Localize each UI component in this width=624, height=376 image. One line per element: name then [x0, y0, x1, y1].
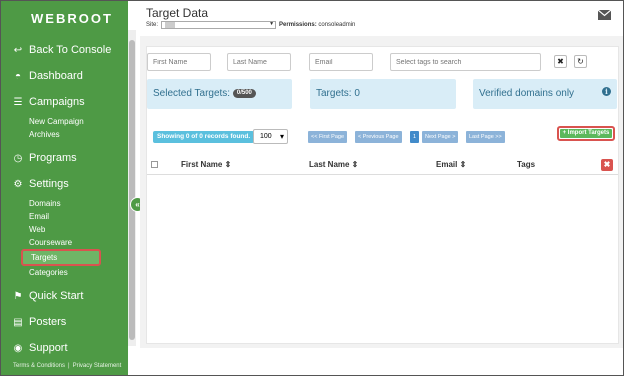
nav-posters[interactable]: ▤ Posters [1, 309, 128, 335]
targets-count-box: Targets: 0 [310, 79, 456, 109]
permissions-label: Permissions: [279, 22, 317, 28]
page-title: Target Data [146, 6, 209, 20]
delete-selected-button[interactable]: ✖ [601, 159, 613, 171]
nav-label: Campaigns [29, 96, 85, 108]
previous-page-button[interactable]: < Previous Page [355, 131, 402, 143]
tags-search-input[interactable] [390, 53, 541, 71]
nav-programs[interactable]: ◷ Programs [1, 145, 128, 171]
webroot-logo: WEBROOT [31, 11, 113, 26]
import-targets-highlight: + Import Targets [557, 126, 615, 141]
nav-label: Posters [29, 316, 67, 328]
first-page-button[interactable]: << First Page [308, 131, 348, 143]
nav-categories[interactable]: Categories [1, 266, 128, 279]
nav-label: Settings [29, 178, 69, 190]
last-page-button[interactable]: Last Page >> [466, 131, 505, 143]
clear-filters-button[interactable]: ✖ [554, 55, 567, 68]
page-number-1[interactable]: 1 [410, 131, 420, 143]
nav-email[interactable]: Email [1, 210, 128, 223]
verified-domains-toggle[interactable]: Verified domains only i [473, 79, 617, 109]
first-name-filter[interactable] [147, 53, 211, 71]
nav-label: Back To Console [29, 44, 112, 56]
nav-new-campaign[interactable]: New Campaign [1, 115, 128, 128]
col-email[interactable]: Email ⇕ [436, 160, 466, 169]
content-panel: ✖ ↻ Selected Targets: 0/500 Targets: 0 V… [140, 36, 623, 348]
col-first-name[interactable]: First Name ⇕ [181, 160, 231, 169]
nav-web[interactable]: Web [1, 223, 128, 236]
permissions-value: consoleadmin [318, 22, 356, 28]
gear-icon: ⚙ [13, 178, 23, 190]
flag-icon: ⚑ [13, 290, 23, 302]
clock-icon: ◷ [13, 152, 23, 164]
support-icon: ◉ [13, 342, 23, 354]
site-value-redacted [165, 22, 176, 28]
email-filter[interactable] [309, 53, 373, 71]
sidebar-nav: ↩ Back To Console ◓ Dashboard ☰ Campaign… [1, 37, 128, 361]
info-icon[interactable]: i [602, 87, 611, 96]
selected-count-badge: 0/500 [232, 88, 256, 98]
col-last-name[interactable]: Last Name ⇕ [309, 160, 358, 169]
sidebar-scrollbar[interactable] [128, 30, 136, 346]
privacy-link[interactable]: Privacy Statement [73, 363, 122, 369]
mail-icon[interactable] [598, 10, 611, 20]
select-all-checkbox[interactable] [151, 161, 158, 168]
site-row: Site: Permissions: consoleadmin [146, 21, 355, 29]
nav-archives[interactable]: Archives [1, 128, 128, 141]
targets-panel: ✖ ↻ Selected Targets: 0/500 Targets: 0 V… [146, 46, 619, 344]
site-label: Site: [146, 22, 159, 28]
dashboard-icon: ◓ [14, 70, 22, 82]
nav-support[interactable]: ◉ Support [1, 335, 128, 361]
next-page-button[interactable]: Next Page > [422, 131, 459, 143]
per-page-select[interactable]: 100 [253, 129, 288, 144]
nav-settings[interactable]: ⚙ Settings [1, 171, 128, 197]
selected-targets-label: Selected Targets: [153, 88, 231, 99]
col-tags: Tags [517, 160, 536, 169]
sidebar: WEBROOT ↩ Back To Console ◓ Dashboard ☰ … [1, 1, 128, 375]
table-header: First Name ⇕ Last Name ⇕ Email ⇕ Tags ✖ [147, 155, 618, 175]
verified-domains-label: Verified domains only [479, 88, 575, 99]
nav-label: Dashboard [29, 70, 83, 82]
nav-back-to-console[interactable]: ↩ Back To Console [1, 37, 128, 63]
scrollbar-thumb[interactable] [129, 40, 135, 340]
back-arrow-icon: ↩ [13, 44, 23, 56]
records-found-label: Showing 0 of 0 records found. [153, 131, 255, 143]
terms-link[interactable]: Terms & Conditions [13, 363, 65, 369]
nav-courseware[interactable]: Courseware [1, 236, 128, 249]
nav-targets[interactable]: Targets [21, 249, 101, 266]
nav-domains[interactable]: Domains [1, 197, 128, 210]
nav-dashboard[interactable]: ◓ Dashboard [1, 63, 128, 89]
last-name-filter[interactable] [227, 53, 291, 71]
page-header: Target Data Site: Permissions: consolead… [140, 0, 623, 34]
nav-quick-start[interactable]: ⚑ Quick Start [1, 283, 128, 309]
nav-campaigns[interactable]: ☰ Campaigns [1, 89, 128, 115]
nav-label: Programs [29, 152, 77, 164]
nav-label: Quick Start [29, 290, 84, 302]
sidebar-footer: Terms & Conditions | Privacy Statement [13, 363, 121, 369]
poster-icon: ▤ [13, 316, 23, 328]
site-select[interactable] [161, 21, 277, 29]
import-targets-button[interactable]: + Import Targets [560, 129, 612, 138]
campaigns-icon: ☰ [13, 96, 23, 108]
footer-separator: | [68, 363, 70, 369]
selected-targets-box: Selected Targets: 0/500 [147, 79, 292, 109]
nav-label: Support [29, 342, 68, 354]
refresh-button[interactable]: ↻ [574, 55, 587, 68]
